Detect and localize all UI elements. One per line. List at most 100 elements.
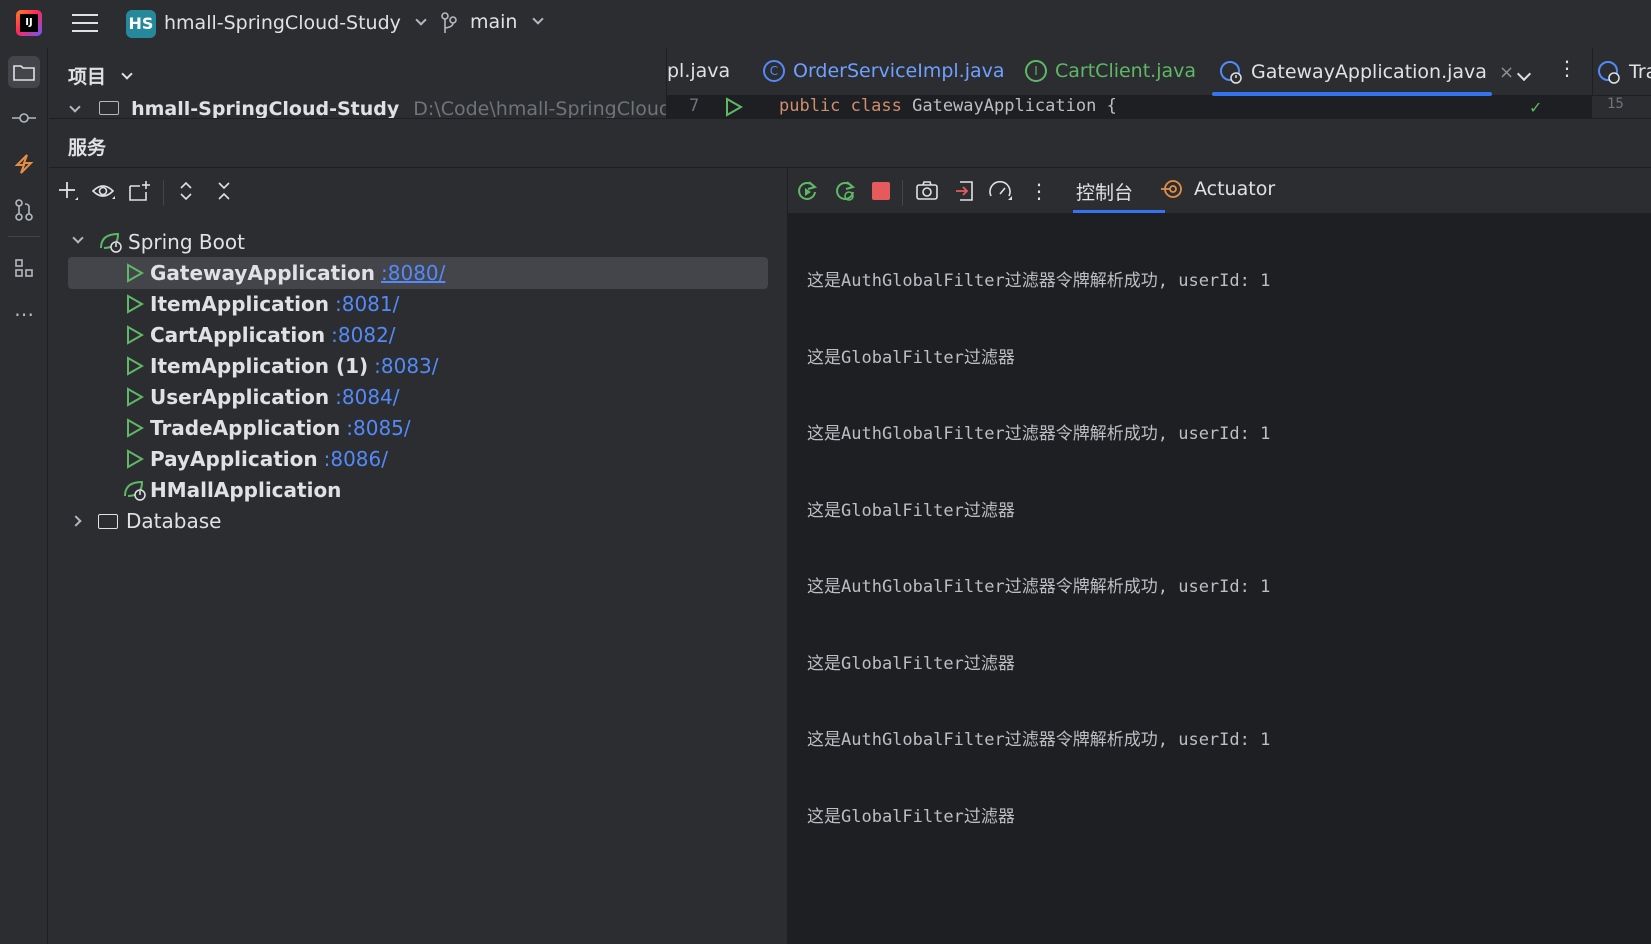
service-port-link[interactable]: :8082/: [331, 323, 395, 347]
run-icon: [127, 325, 144, 345]
run-icon: [127, 387, 144, 407]
add-service-icon[interactable]: [53, 176, 83, 206]
console-line: 这是AuthGlobalFilter过滤器令牌解析成功, userId: 1: [807, 271, 1271, 291]
tab-list-dropdown[interactable]: [1516, 62, 1532, 84]
service-row-item[interactable]: ItemApplication :8081/: [68, 288, 768, 320]
strip-divider: [8, 236, 40, 237]
spring-class-icon: [1598, 61, 1620, 84]
checkmark-icon: ✓: [1529, 98, 1543, 117]
chevron-down-icon: [1516, 66, 1532, 82]
tree-group-database[interactable]: Database: [68, 505, 768, 537]
service-port-link[interactable]: :8081/: [335, 292, 399, 316]
profiler-icon[interactable]: [986, 176, 1016, 206]
editor-area: pl.java C OrderServiceImpl.java I CartCl…: [666, 48, 1651, 118]
group-label: Database: [126, 509, 222, 533]
tab-console[interactable]: 控制台: [1076, 178, 1133, 205]
new-group-icon[interactable]: [125, 176, 155, 206]
tree-group-spring-boot[interactable]: Spring Boot: [68, 226, 768, 258]
folder-icon: [99, 101, 120, 115]
toolbar-separator: [902, 180, 903, 206]
service-name: ItemApplication (1): [150, 354, 369, 378]
service-row-user[interactable]: UserApplication :8084/: [68, 381, 768, 413]
service-row-trade[interactable]: TradeApplication :8085/: [68, 412, 768, 444]
project-root-row[interactable]: hmall-SpringCloud-Study D:\Code\hmall-Sp…: [49, 98, 666, 118]
eye-icon[interactable]: [89, 176, 119, 206]
tab-label: GatewayApplication.java: [1251, 61, 1487, 83]
export-icon[interactable]: [950, 176, 980, 206]
more-options-icon[interactable]: ⋮: [1557, 56, 1577, 80]
service-port-link[interactable]: :8080/: [381, 261, 445, 285]
collapse-all-icon[interactable]: [209, 176, 239, 206]
tool-window-strip: ⋯: [0, 48, 48, 944]
service-port-link[interactable]: :8085/: [346, 416, 410, 440]
run-gutter-icon[interactable]: [725, 97, 743, 117]
tab-label: pl.java: [667, 60, 731, 82]
split-line-number: 15: [1592, 96, 1651, 118]
commit-icon[interactable]: [8, 102, 40, 134]
service-port-link[interactable]: :8084/: [335, 385, 399, 409]
spring-boot-icon: [100, 232, 122, 253]
console-line: 这是GlobalFilter过滤器: [807, 653, 1015, 674]
project-name: hmall-SpringCloud-Study: [164, 12, 401, 34]
camera-icon[interactable]: [912, 176, 942, 206]
service-row-cart[interactable]: CartApplication :8082/: [68, 319, 768, 351]
tab-trade[interactable]: Tra: [1597, 60, 1651, 84]
service-row-item-1[interactable]: ItemApplication (1) :8083/: [68, 350, 768, 382]
folder-icon: [98, 513, 118, 529]
line-number: 7: [689, 96, 700, 116]
tab-gatewayapplication[interactable]: GatewayApplication.java ×: [1219, 60, 1514, 84]
project-badge[interactable]: HS: [126, 10, 156, 38]
service-port-link[interactable]: :8086/: [324, 447, 388, 471]
code-line[interactable]: 7 public class GatewayApplication { ✓ 15: [667, 96, 1651, 118]
tab-cartclient[interactable]: I CartClient.java: [1025, 60, 1196, 82]
active-tab-indicator: [1073, 210, 1165, 213]
tab-orderserviceimpl[interactable]: C OrderServiceImpl.java: [763, 60, 1005, 82]
project-selector[interactable]: hmall-SpringCloud-Study: [164, 12, 427, 34]
build-icon[interactable]: [8, 148, 40, 180]
service-row-pay[interactable]: PayApplication :8086/: [68, 443, 768, 475]
more-tools-icon[interactable]: ⋯: [8, 298, 40, 330]
service-name: PayApplication: [150, 447, 318, 471]
toolbar-separator: [163, 180, 164, 206]
branch-selector[interactable]: main: [470, 11, 544, 33]
rerun-icon[interactable]: [792, 176, 822, 206]
project-root-name: hmall-SpringCloud-Study: [131, 98, 400, 118]
project-root-path: D:\Code\hmall-SpringCloud-Stu: [413, 98, 666, 118]
code-text: public class GatewayApplication {: [779, 96, 1117, 116]
actuator-icon: [1161, 180, 1182, 198]
more-options-icon[interactable]: ⋮: [1024, 176, 1054, 206]
expand-all-icon[interactable]: [171, 176, 201, 206]
structure-icon[interactable]: [8, 252, 40, 284]
tab-actuator[interactable]: Actuator: [1160, 178, 1275, 200]
tab-label: OrderServiceImpl.java: [793, 60, 1005, 82]
tab-label: Tra: [1629, 61, 1651, 83]
service-row-hmall[interactable]: HMallApplication: [68, 474, 768, 506]
service-port-link[interactable]: :8083/: [374, 354, 438, 378]
tab-impl-java[interactable]: pl.java: [667, 60, 730, 82]
code-keyword: public: [779, 96, 841, 116]
stop-icon[interactable]: [866, 176, 896, 206]
service-name: HMallApplication: [150, 478, 342, 502]
git-branch-icon: [441, 12, 457, 33]
spring-boot-icon: [124, 480, 146, 501]
services-tree-pane: Spring Boot GatewayApplication :8080/ It…: [49, 167, 787, 944]
console-line: 这是GlobalFilter过滤器: [807, 500, 1015, 521]
restart-debug-icon[interactable]: [830, 176, 860, 206]
project-folder-icon[interactable]: [8, 56, 40, 88]
run-icon: [127, 294, 144, 314]
interface-icon: I: [1025, 60, 1047, 82]
console-line: 这是AuthGlobalFilter过滤器令牌解析成功, userId: 1: [807, 730, 1271, 750]
tab-label: CartClient.java: [1055, 60, 1197, 82]
intellij-logo-icon[interactable]: [16, 10, 42, 36]
pull-requests-icon[interactable]: [8, 194, 40, 226]
chevron-down-icon: [415, 14, 427, 26]
main-menu-icon[interactable]: [72, 12, 98, 34]
project-panel-header[interactable]: 项目: [68, 62, 133, 89]
service-row-gateway[interactable]: GatewayApplication :8080/: [68, 257, 768, 289]
console-line: 这是AuthGlobalFilter过滤器令牌解析成功, userId: 1: [807, 424, 1271, 444]
console-output[interactable]: 这是AuthGlobalFilter过滤器令牌解析成功, userId: 1 这…: [807, 218, 1270, 881]
console-line: 这是GlobalFilter过滤器: [807, 347, 1015, 368]
close-icon[interactable]: ×: [1499, 62, 1514, 83]
run-icon: [127, 449, 144, 469]
class-icon: C: [763, 60, 785, 82]
